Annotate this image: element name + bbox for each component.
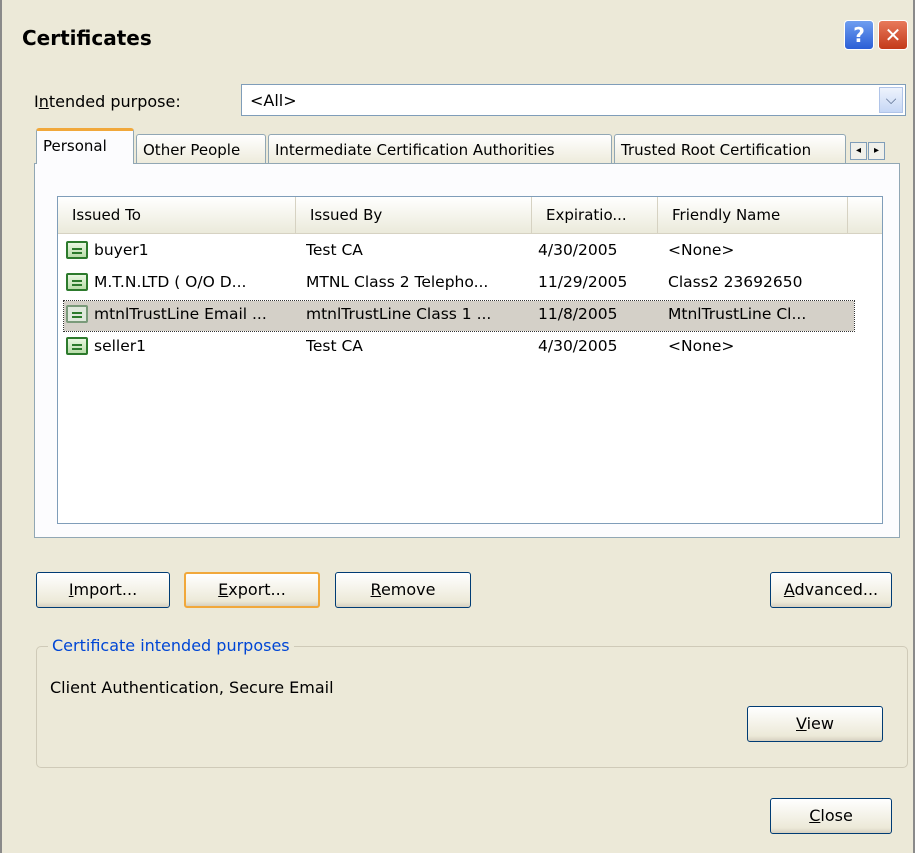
- tab-scroll-left-icon[interactable]: ◂: [850, 142, 867, 160]
- tab-scroll-right-icon[interactable]: ▸: [868, 142, 885, 160]
- cell-expiration: 4/30/2005: [538, 241, 618, 259]
- import-button[interactable]: Import...: [36, 572, 170, 608]
- close-window-button[interactable]: ✕: [878, 20, 908, 50]
- title-bar[interactable]: Certificates ? ✕: [2, 0, 913, 64]
- cell-issued-by: Test CA: [306, 337, 363, 355]
- cell-friendly-name: <None>: [668, 241, 735, 259]
- cell-issued-by: mtnlTrustLine Class 1 ...: [306, 305, 492, 323]
- cell-friendly-name: Class2 23692650: [668, 273, 803, 291]
- column-header-expiration[interactable]: Expiratio...: [532, 197, 658, 233]
- tab-intermediate-ca[interactable]: Intermediate Certification Authorities: [268, 134, 612, 166]
- cell-issued-to: buyer1: [94, 241, 149, 259]
- table-row[interactable]: buyer1 Test CA 4/30/2005 <None>: [64, 237, 854, 267]
- tab-personal[interactable]: Personal: [36, 128, 134, 164]
- advanced-button[interactable]: Advanced...: [770, 572, 892, 608]
- tab-trusted-root-ca[interactable]: Trusted Root Certification: [614, 134, 846, 166]
- cell-issued-to: M.T.N.LTD ( O/O D...: [94, 273, 247, 291]
- cell-friendly-name: MtnlTrustLine Cl...: [668, 305, 807, 323]
- column-header-issued-to[interactable]: Issued To: [58, 197, 296, 233]
- cell-issued-by: Test CA: [306, 241, 363, 259]
- cell-issued-to: seller1: [94, 337, 146, 355]
- cell-expiration: 11/8/2005: [538, 305, 618, 323]
- cell-friendly-name: <None>: [668, 337, 735, 355]
- certificate-purposes-text: Client Authentication, Secure Email: [50, 678, 334, 697]
- view-button[interactable]: View: [747, 706, 883, 742]
- intended-purpose-label: Intended purpose:: [34, 92, 181, 111]
- certificate-purposes-legend: Certificate intended purposes: [48, 636, 294, 655]
- column-header-issued-by[interactable]: Issued By: [296, 197, 532, 233]
- cell-issued-to: mtnlTrustLine Email ...: [94, 305, 267, 323]
- cell-expiration: 11/29/2005: [538, 273, 628, 291]
- list-header: Issued To Issued By Expiratio... Friendl…: [58, 197, 882, 234]
- close-button[interactable]: Close: [770, 798, 892, 834]
- window-title: Certificates: [22, 26, 152, 50]
- remove-button[interactable]: Remove: [335, 572, 471, 608]
- tab-other-people[interactable]: Other People: [136, 134, 266, 166]
- table-row[interactable]: mtnlTrustLine Email ... mtnlTrustLine Cl…: [63, 300, 855, 332]
- cell-expiration: 4/30/2005: [538, 337, 618, 355]
- help-button[interactable]: ?: [844, 20, 874, 50]
- certificate-icon: [66, 305, 88, 323]
- cell-issued-by: MTNL Class 2 Telepho...: [306, 273, 489, 291]
- certificate-icon: [66, 241, 88, 259]
- certificate-icon: [66, 273, 88, 291]
- export-button[interactable]: Export...: [184, 572, 320, 608]
- certificates-dialog: Certificates ? ✕ Intended purpose: <All>…: [0, 0, 915, 853]
- column-header-friendly-name[interactable]: Friendly Name: [658, 197, 848, 233]
- certificate-icon: [66, 337, 88, 355]
- personal-tab-panel: Issued To Issued By Expiratio... Friendl…: [34, 163, 900, 538]
- certificate-list[interactable]: Issued To Issued By Expiratio... Friendl…: [57, 196, 883, 524]
- chevron-down-icon[interactable]: ⌵: [879, 87, 903, 113]
- table-row[interactable]: seller1 Test CA 4/30/2005 <None>: [64, 333, 854, 363]
- intended-purpose-select[interactable]: <All> ⌵: [241, 84, 906, 116]
- intended-purpose-value: <All>: [250, 91, 297, 110]
- table-row[interactable]: M.T.N.LTD ( O/O D... MTNL Class 2 Teleph…: [64, 269, 854, 299]
